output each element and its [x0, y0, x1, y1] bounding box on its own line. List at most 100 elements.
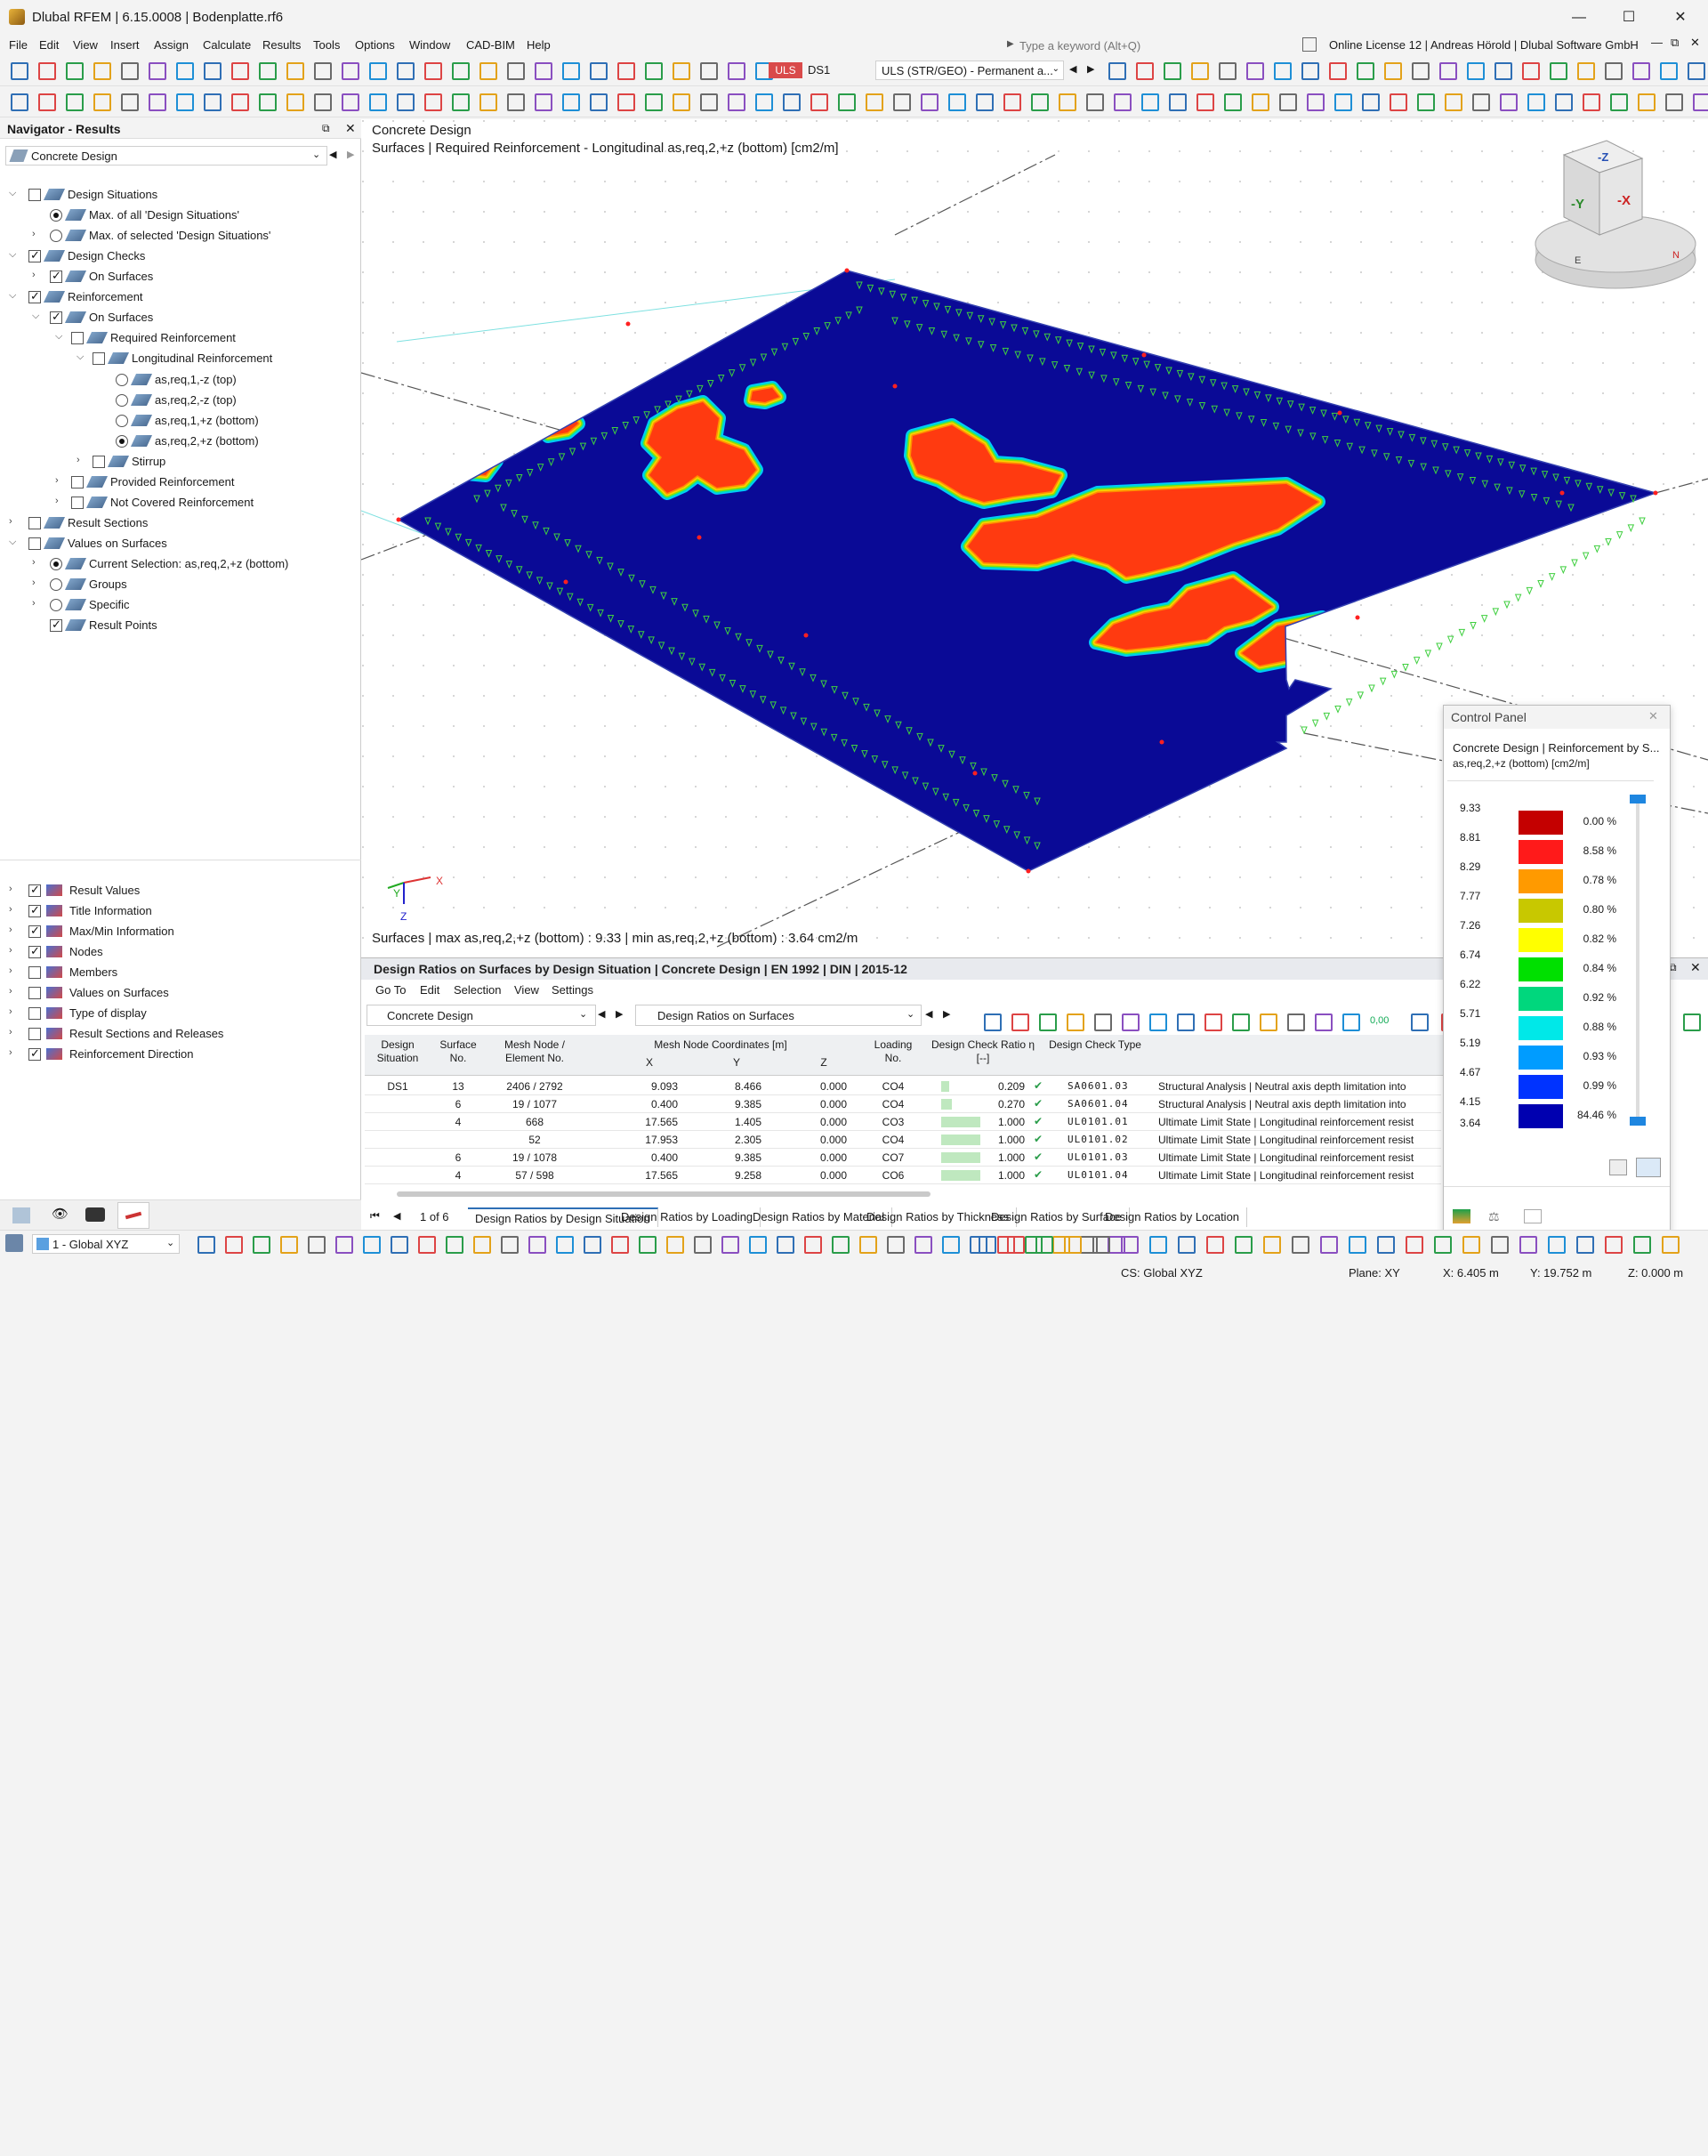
- panel-tab-colors-icon[interactable]: [1453, 1209, 1470, 1223]
- display-node[interactable]: › Members: [0, 963, 356, 982]
- toolbar-tool-icon[interactable]: [590, 62, 608, 80]
- combination-select[interactable]: ULS (STR/GEO) - Permanent a... ⌄: [875, 61, 1064, 80]
- menu-cad-bim[interactable]: CAD-BIM: [466, 38, 515, 52]
- chevron-right-icon[interactable]: ›: [9, 965, 20, 976]
- checkbox[interactable]: [28, 248, 41, 262]
- chevron-right-icon[interactable]: ›: [32, 577, 43, 588]
- checkbox[interactable]: [28, 537, 41, 550]
- toolbar-tool-icon[interactable]: [645, 62, 663, 80]
- toolbar-tool-icon[interactable]: [479, 62, 497, 80]
- checkbox[interactable]: [71, 332, 84, 344]
- toolbar-tool-icon[interactable]: [1406, 1236, 1423, 1254]
- toolbar-tool-icon[interactable]: [617, 93, 635, 111]
- toolbar-tool-icon[interactable]: [176, 62, 194, 80]
- minimize-button[interactable]: —: [1566, 7, 1592, 28]
- toolbar-tool-icon[interactable]: [1263, 1236, 1281, 1254]
- toolbar-tool-icon[interactable]: [1445, 93, 1462, 111]
- checkbox[interactable]: [28, 903, 41, 917]
- toolbar-tool-icon[interactable]: [535, 62, 552, 80]
- toolbar-tool-icon[interactable]: [452, 62, 470, 80]
- restore-doc-icon[interactable]: —: [1651, 36, 1663, 49]
- views-tab-icon[interactable]: [85, 1207, 105, 1222]
- toolbar-tool-icon[interactable]: [1307, 93, 1325, 111]
- search-options-icon[interactable]: [1302, 37, 1317, 52]
- nav-prev-icon[interactable]: ◀: [329, 149, 336, 160]
- tree-node[interactable]: › Not Covered Reinforcement: [0, 493, 356, 513]
- close-panel-icon[interactable]: ✕: [345, 121, 356, 136]
- toolbar-tool-icon[interactable]: [528, 1236, 546, 1254]
- toolbar-tool-icon[interactable]: [1320, 1236, 1338, 1254]
- toolbar-tool-icon[interactable]: [1315, 1013, 1333, 1031]
- toolbar-tool-icon[interactable]: [11, 62, 28, 80]
- chevron-right-icon[interactable]: ›: [32, 598, 43, 609]
- table-menu-selection[interactable]: Selection: [454, 983, 501, 997]
- menu-view[interactable]: View: [73, 38, 98, 52]
- toolbar-tool-icon[interactable]: [231, 62, 249, 80]
- toolbar-tool-icon[interactable]: [921, 93, 939, 111]
- toolbar-tool-icon[interactable]: [1092, 1236, 1110, 1254]
- toolbar-tool-icon[interactable]: [1500, 93, 1518, 111]
- toolbar-tool-icon[interactable]: [562, 62, 580, 80]
- close-table-icon[interactable]: ✕: [1690, 960, 1701, 975]
- table-row[interactable]: 4 668 17.565 1.405 0.000 CO3 1.000 UL0101.01 Ult…: [365, 1113, 1441, 1131]
- table-tab[interactable]: Design Ratios by Location: [1098, 1207, 1248, 1227]
- search-input[interactable]: [1007, 36, 1301, 55]
- radio-button[interactable]: [50, 209, 62, 222]
- toolbar-tool-icon[interactable]: [1693, 93, 1708, 111]
- prev-combination-icon[interactable]: ◀: [1069, 63, 1076, 75]
- toolbar-tool-icon[interactable]: [976, 93, 994, 111]
- toolbar-tool-icon[interactable]: [1362, 93, 1380, 111]
- toolbar-tool-icon[interactable]: [783, 93, 801, 111]
- snap-icon[interactable]: [5, 1234, 23, 1252]
- toolbar-tool-icon[interactable]: [1632, 62, 1650, 80]
- toolbar-tool-icon[interactable]: [1519, 1236, 1537, 1254]
- result-prev-icon[interactable]: ◀: [925, 1008, 932, 1020]
- toolbar-tool-icon[interactable]: [1384, 62, 1402, 80]
- toolbar-tool-icon[interactable]: [1605, 1236, 1623, 1254]
- toolbar-tool-icon[interactable]: [369, 93, 387, 111]
- toolbar-tool-icon[interactable]: [452, 93, 470, 111]
- toolbar-tool-icon[interactable]: [1633, 1236, 1651, 1254]
- table-row[interactable]: 52 17.953 2.305 0.000 CO4 1.000 UL0101.02 Ultim…: [365, 1131, 1441, 1149]
- toolbar-tool-icon[interactable]: [1136, 62, 1154, 80]
- toolbar-tool-icon[interactable]: [1178, 1236, 1196, 1254]
- toolbar-tool-icon[interactable]: [1219, 62, 1237, 80]
- toolbar-tool-icon[interactable]: [1555, 93, 1573, 111]
- toolbar-tool-icon[interactable]: [700, 62, 718, 80]
- toolbar-tool-icon[interactable]: [1114, 93, 1132, 111]
- tree-node[interactable]: as,req,2,-z (top): [0, 391, 356, 410]
- ratio-preset[interactable]: 0,00: [1370, 1015, 1389, 1026]
- toolbar-tool-icon[interactable]: [1121, 1236, 1139, 1254]
- tree-node[interactable]: ⌵ Required Reinforcement: [0, 328, 356, 348]
- toolbar-tool-icon[interactable]: [1342, 1013, 1360, 1031]
- toolbar-tool-icon[interactable]: [308, 1236, 326, 1254]
- toolbar-tool-icon[interactable]: [93, 93, 111, 111]
- float-doc-icon[interactable]: ⧉: [1671, 36, 1679, 50]
- toolbar-tool-icon[interactable]: [1439, 62, 1457, 80]
- table-menu-view[interactable]: View: [514, 983, 539, 997]
- table-menu-settings[interactable]: Settings: [552, 983, 593, 997]
- table-menu-edit[interactable]: Edit: [420, 983, 439, 997]
- toolbar-tool-icon[interactable]: [1660, 62, 1678, 80]
- checkbox[interactable]: [28, 189, 41, 201]
- checkbox[interactable]: [50, 269, 62, 283]
- display-node[interactable]: › Nodes: [0, 942, 356, 962]
- tree-node[interactable]: ⌵ On Surfaces: [0, 308, 356, 327]
- checkbox[interactable]: [28, 1028, 41, 1040]
- chevron-right-icon[interactable]: ›: [9, 1047, 20, 1058]
- toolbar-tool-icon[interactable]: [1467, 62, 1485, 80]
- toolbar-tool-icon[interactable]: [1688, 62, 1705, 80]
- tree-node[interactable]: › Result Sections: [0, 513, 356, 533]
- toolbar-tool-icon[interactable]: [666, 1236, 684, 1254]
- checkbox[interactable]: [71, 497, 84, 509]
- chevron-right-icon[interactable]: ›: [55, 475, 66, 486]
- toolbar-tool-icon[interactable]: [694, 1236, 712, 1254]
- toolbar-tool-icon[interactable]: [859, 1236, 877, 1254]
- toolbar-tool-icon[interactable]: [1191, 62, 1209, 80]
- toolbar-tool-icon[interactable]: [1292, 1236, 1309, 1254]
- checkbox[interactable]: [71, 476, 84, 489]
- chevron-right-icon[interactable]: ›: [32, 270, 43, 280]
- toolbar-tool-icon[interactable]: [1177, 1013, 1195, 1031]
- toolbar-tool-icon[interactable]: [1035, 1236, 1053, 1254]
- menu-help[interactable]: Help: [527, 38, 551, 52]
